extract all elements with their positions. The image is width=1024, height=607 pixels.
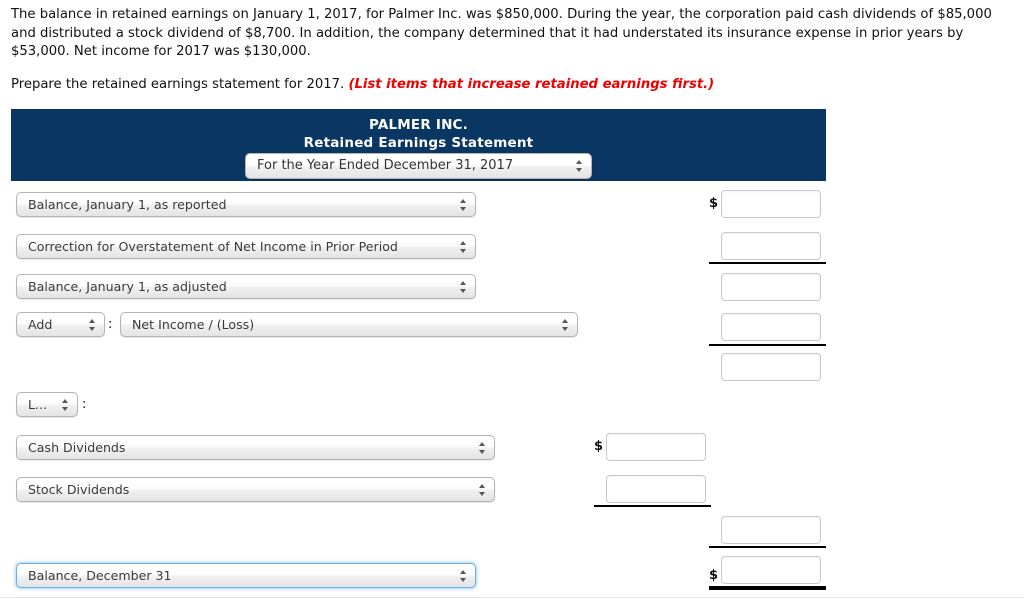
colon-after-less: :: [82, 397, 87, 412]
chevron-updown-icon: [459, 198, 468, 212]
subtotal-rule-2: [709, 344, 826, 346]
row-label-select-correction-prior-period[interactable]: Correction for Overstatement of Net Inco…: [16, 234, 476, 259]
amount-box-balance-dec31[interactable]: [721, 556, 821, 584]
row-label-select-balance-dec31[interactable]: Balance, December 31: [16, 563, 476, 588]
amount-input-balance-dec31[interactable]: [722, 557, 820, 583]
row-label-value: Net Income / (Loss): [132, 317, 255, 332]
chevron-updown-icon: [459, 240, 468, 254]
subtotal-rule-1: [709, 262, 826, 264]
addless-select-add[interactable]: Add: [16, 312, 105, 337]
row-label-select-net-income[interactable]: Net Income / (Loss): [120, 312, 578, 337]
row-label-value: Correction for Overstatement of Net Inco…: [28, 239, 398, 254]
chevron-updown-icon: [561, 318, 570, 332]
dollar-sign-cash-dividends: $: [594, 439, 604, 454]
total-double-rule: [709, 586, 826, 590]
row-label-value: Balance, January 1, as adjusted: [28, 279, 227, 294]
row-label-value: Balance, December 31: [28, 568, 172, 583]
amount-input-subtotal-after-net-income[interactable]: [722, 354, 820, 380]
amount-box-subtotal-after-net-income[interactable]: [721, 353, 821, 381]
subtotal-rule-3: [594, 505, 711, 507]
amount-box-total-dividends[interactable]: [721, 516, 821, 544]
amount-box-balance-jan1-reported[interactable]: [721, 190, 821, 218]
amount-box-stock-dividends[interactable]: [606, 475, 706, 503]
prompt-text: Prepare the retained earnings statement …: [11, 77, 345, 92]
amount-input-balance-jan1-adjusted[interactable]: [722, 274, 820, 300]
company-name: PALMER INC.: [368, 117, 468, 133]
addless-select-value: Add: [28, 317, 53, 332]
amount-input-stock-dividends[interactable]: [607, 476, 705, 502]
chevron-updown-icon: [478, 441, 487, 455]
chevron-updown-icon: [61, 398, 70, 412]
row-label-value: Cash Dividends: [28, 440, 126, 455]
colon-after-add: :: [108, 317, 113, 332]
amount-input-balance-jan1-reported[interactable]: [722, 191, 820, 217]
amount-box-cash-dividends[interactable]: [606, 433, 706, 461]
period-select[interactable]: For the Year Ended December 31, 2017: [245, 153, 592, 179]
chevron-updown-icon: [459, 569, 468, 583]
dollar-sign-row1: $: [709, 196, 719, 211]
chevron-updown-icon: [459, 280, 468, 294]
row-label-select-balance-jan1-adjusted[interactable]: Balance, January 1, as adjusted: [16, 274, 476, 299]
amount-input-total-dividends[interactable]: [722, 517, 820, 543]
amount-box-net-income[interactable]: [721, 313, 821, 341]
period-select-value: For the Year Ended December 31, 2017: [257, 158, 514, 173]
statement-title: Retained Earnings Statement: [303, 135, 534, 151]
amount-input-net-income[interactable]: [722, 314, 820, 340]
addless-select-value: Less: [28, 397, 56, 412]
row-label-select-stock-dividends[interactable]: Stock Dividends: [16, 477, 495, 502]
chevron-updown-icon: [478, 483, 487, 497]
row-label-select-cash-dividends[interactable]: Cash Dividends: [16, 435, 495, 460]
page-bottom-divider: [0, 597, 1024, 598]
subtotal-rule-4: [709, 546, 826, 548]
problem-statement-text: The balance in retained earnings on Janu…: [11, 7, 992, 59]
amount-input-correction-prior-period[interactable]: [722, 233, 820, 259]
row-label-select-balance-jan1-reported[interactable]: Balance, January 1, as reported: [16, 192, 476, 217]
dollar-sign-balance-dec31: $: [709, 568, 719, 583]
prompt-line: Prepare the retained earnings statement …: [11, 76, 714, 95]
chevron-updown-icon: [575, 159, 584, 173]
row-label-value: Stock Dividends: [28, 482, 130, 497]
amount-input-cash-dividends[interactable]: [607, 434, 705, 460]
chevron-updown-icon: [88, 318, 97, 332]
row-label-value: Balance, January 1, as reported: [28, 197, 227, 212]
amount-box-correction-prior-period[interactable]: [721, 232, 821, 260]
amount-box-balance-jan1-adjusted[interactable]: [721, 273, 821, 301]
addless-select-less[interactable]: Less: [16, 392, 78, 417]
hint-text: (List items that increase retained earni…: [348, 77, 715, 92]
